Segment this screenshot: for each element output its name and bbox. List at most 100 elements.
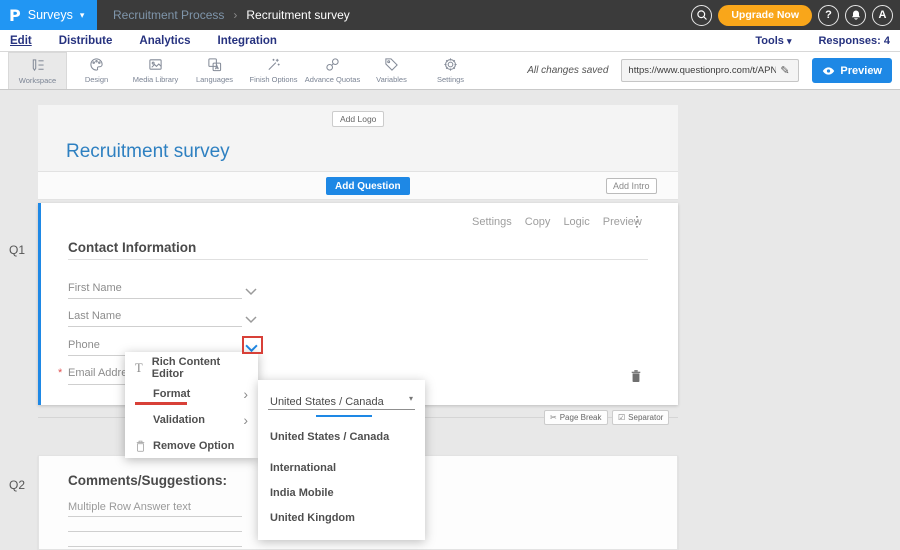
breadcrumb-folder[interactable]: Recruitment Process	[113, 8, 224, 22]
question1-title[interactable]: Contact Information	[68, 240, 196, 255]
search-icon	[696, 9, 708, 21]
question1-more-menu-icon[interactable]: ⋮	[630, 213, 644, 230]
question-logic-action[interactable]: Logic	[563, 216, 589, 228]
toolbar-label-finish-options: Finish Options	[250, 75, 298, 84]
section-tab-bar: Edit Distribute Analytics Integration To…	[0, 30, 900, 52]
menu-label-format: Format	[153, 388, 190, 400]
trash-outline-icon	[135, 440, 153, 452]
question2-answer-placeholder[interactable]: Multiple Row Answer text	[68, 501, 191, 513]
field-label-last-name[interactable]: Last Name	[68, 310, 121, 322]
format-option-international[interactable]: International	[270, 462, 336, 474]
field-first-name-dropdown[interactable]	[245, 283, 257, 301]
phone-format-submenu: United States / Canada ▾ United States /…	[258, 380, 425, 540]
survey-url-input[interactable]	[628, 65, 776, 76]
rich-text-icon: T	[135, 361, 152, 376]
tab-distribute[interactable]: Distribute	[59, 30, 113, 52]
toolbar-item-finish-options[interactable]: Finish Options	[244, 52, 303, 89]
breadcrumb: Recruitment Process › Recruitment survey	[113, 8, 350, 22]
format-option-india-mobile[interactable]: India Mobile	[270, 487, 334, 499]
toolbar-item-variables[interactable]: Variables	[362, 52, 421, 89]
tabbar-right: Tools ▾ Responses: 4	[755, 35, 890, 47]
question2-title[interactable]: Comments/Suggestions:	[68, 473, 227, 488]
avatar[interactable]: A	[872, 5, 893, 26]
chevron-right-icon: ›	[243, 413, 248, 427]
advance-quotas-icon	[325, 57, 340, 72]
toolbar-item-media-library[interactable]: Media Library	[126, 52, 185, 89]
breadcrumb-separator-icon: ›	[233, 8, 237, 22]
format-option-united-kingdom[interactable]: United Kingdom	[270, 512, 355, 524]
add-intro-button[interactable]: Add Intro	[606, 178, 657, 194]
toolbar-label-advance-quotas: Advance Quotas	[305, 75, 360, 84]
question1-number: Q1	[9, 243, 25, 257]
chevron-right-icon: ›	[243, 387, 248, 401]
page-break-button[interactable]: ✂ Page Break	[544, 410, 608, 425]
format-selected-value: United States / Canada	[270, 396, 384, 408]
question-settings-action[interactable]: Settings	[472, 216, 512, 228]
search-button[interactable]	[691, 5, 712, 26]
format-select[interactable]: United States / Canada ▾	[270, 392, 413, 410]
toolbar-item-languages[interactable]: Languages	[185, 52, 244, 89]
tab-integration[interactable]: Integration	[218, 30, 277, 52]
question-copy-action[interactable]: Copy	[525, 216, 551, 228]
delete-row-button[interactable]	[630, 369, 642, 388]
languages-icon	[207, 57, 222, 72]
format-option-us-canada[interactable]: United States / Canada	[270, 431, 389, 443]
toolbar-right: All changes saved ✎ Preview	[527, 52, 900, 89]
field-first-name-underline	[68, 298, 242, 299]
menu-item-remove-option[interactable]: Remove Option	[125, 433, 258, 459]
settings-icon	[443, 57, 458, 72]
tools-label: Tools	[755, 35, 784, 47]
topbar-actions: Upgrade Now ? A	[691, 5, 900, 26]
variables-icon	[384, 57, 399, 72]
field-label-phone[interactable]: Phone	[68, 339, 100, 351]
toolbar-label-variables: Variables	[376, 75, 407, 84]
annotation-highlight-box	[242, 336, 263, 354]
survey-editor-app: P Surveys ▾ Recruitment Process › Recrui…	[0, 0, 900, 550]
chevron-down-icon	[245, 315, 257, 324]
product-menu[interactable]: P Surveys ▾	[0, 0, 97, 30]
field-label-first-name[interactable]: First Name	[68, 282, 122, 294]
separator-button[interactable]: ☑ Separator	[612, 410, 669, 425]
row-options-context-menu: T Rich Content Editor Format › Validatio…	[125, 352, 258, 458]
annotation-red-underline	[135, 402, 187, 405]
scissors-icon: ✂	[550, 413, 557, 422]
responses-link[interactable]: Responses: 4	[818, 35, 890, 47]
toolbar-label-design: Design	[85, 75, 108, 84]
edit-url-icon[interactable]: ✎	[780, 64, 789, 77]
toolbar-item-settings[interactable]: Settings	[421, 52, 480, 89]
toolbar-label-languages: Languages	[196, 75, 233, 84]
menu-label-rich-content-editor: Rich Content Editor	[152, 356, 248, 380]
separator-label: Separator	[628, 413, 663, 422]
toolbar-label-media-library: Media Library	[133, 75, 178, 84]
answer-line	[68, 531, 242, 532]
tab-analytics[interactable]: Analytics	[139, 30, 190, 52]
toolbar-item-advance-quotas[interactable]: Advance Quotas	[303, 52, 362, 89]
upgrade-now-button[interactable]: Upgrade Now	[718, 5, 812, 26]
menu-item-validation[interactable]: Validation ›	[125, 407, 258, 433]
preview-button[interactable]: Preview	[812, 58, 892, 83]
menu-label-validation: Validation	[153, 414, 205, 426]
caret-down-icon: ▾	[80, 11, 85, 20]
add-question-button[interactable]: Add Question	[326, 177, 410, 195]
notifications-button[interactable]	[845, 5, 866, 26]
menu-label-remove-option: Remove Option	[153, 440, 234, 452]
add-logo-button[interactable]: Add Logo	[332, 111, 384, 127]
toolbar-label-workspace: Workspace	[19, 76, 56, 85]
menu-item-rich-content-editor[interactable]: T Rich Content Editor	[125, 355, 258, 381]
finish-options-icon	[266, 57, 281, 72]
eye-icon	[822, 66, 835, 76]
answer-line	[68, 546, 242, 547]
question1-divider	[68, 259, 648, 260]
product-menu-label: Surveys	[28, 8, 73, 22]
tab-edit[interactable]: Edit	[10, 30, 32, 52]
tools-menu[interactable]: Tools ▾	[755, 35, 791, 47]
toolbar-item-design[interactable]: Design	[67, 52, 126, 89]
design-icon	[89, 57, 104, 72]
toolbar-item-workspace[interactable]: Workspace	[8, 52, 67, 89]
survey-title[interactable]: Recruitment survey	[66, 141, 230, 163]
workspace-icon	[30, 58, 45, 73]
field-last-name-dropdown[interactable]	[245, 311, 257, 329]
survey-url-box: ✎	[621, 59, 799, 82]
help-button[interactable]: ?	[818, 5, 839, 26]
bell-icon	[850, 9, 862, 21]
